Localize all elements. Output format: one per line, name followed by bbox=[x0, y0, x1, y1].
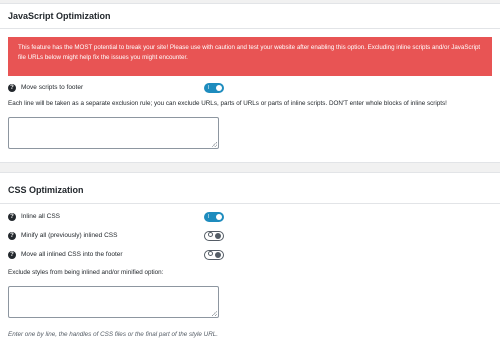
js-exclusion-hint: Each line will be taken as a separate ex… bbox=[8, 100, 447, 107]
toggle-knob bbox=[216, 85, 222, 91]
css-optimization-panel: CSS Optimization ? Inline all CSS I ? Mi… bbox=[0, 172, 500, 347]
warning-notice: This feature has the MOST potential to b… bbox=[8, 37, 492, 76]
option-move-css-footer: ? Move all inlined CSS into the footer bbox=[8, 250, 228, 262]
js-section-divider bbox=[0, 28, 500, 29]
toggle-knob bbox=[215, 232, 221, 239]
toggle-on-mark: I bbox=[208, 85, 210, 91]
move-scripts-label: Move scripts to footer bbox=[21, 84, 84, 91]
minify-css-label: Minify all (previously) inlined CSS bbox=[21, 232, 118, 239]
resize-grip-icon[interactable] bbox=[212, 142, 217, 147]
question-circle-icon[interactable]: ? bbox=[8, 232, 16, 240]
toggle-on-mark: I bbox=[208, 214, 210, 220]
toggle-off-mark bbox=[208, 250, 213, 256]
inline-css-label: Inline all CSS bbox=[21, 213, 61, 220]
css-exclude-label: Exclude styles from being inlined and/or… bbox=[8, 269, 164, 276]
option-minify-inlined-css: ? Minify all (previously) inlined CSS bbox=[8, 231, 228, 243]
option-inline-css: ? Inline all CSS I bbox=[8, 212, 228, 224]
css-section-title: CSS Optimization bbox=[8, 185, 84, 195]
move-css-footer-label: Move all inlined CSS into the footer bbox=[21, 251, 123, 258]
inline-css-toggle[interactable]: I bbox=[204, 212, 224, 222]
question-circle-icon[interactable]: ? bbox=[8, 213, 16, 221]
question-circle-icon[interactable]: ? bbox=[8, 251, 16, 259]
move-css-footer-toggle[interactable] bbox=[204, 250, 224, 260]
question-circle-icon[interactable]: ? bbox=[8, 84, 16, 92]
css-exclude-hint: Enter one by line, the handles of CSS fi… bbox=[8, 331, 219, 338]
toggle-off-mark bbox=[208, 231, 213, 237]
minify-css-toggle[interactable] bbox=[204, 231, 224, 241]
option-move-scripts: ? Move scripts to footer I bbox=[8, 83, 228, 95]
toggle-knob bbox=[215, 251, 221, 258]
javascript-optimization-panel: JavaScript Optimization This feature has… bbox=[0, 3, 500, 163]
warning-text: This feature has the MOST potential to b… bbox=[18, 44, 481, 61]
css-exclude-textarea[interactable] bbox=[8, 286, 219, 318]
js-section-title: JavaScript Optimization bbox=[8, 11, 111, 21]
move-scripts-toggle[interactable]: I bbox=[204, 83, 224, 93]
toggle-knob bbox=[216, 214, 222, 220]
js-exclusions-textarea[interactable] bbox=[8, 117, 219, 149]
resize-grip-icon[interactable] bbox=[212, 311, 217, 316]
css-section-divider bbox=[0, 203, 500, 204]
